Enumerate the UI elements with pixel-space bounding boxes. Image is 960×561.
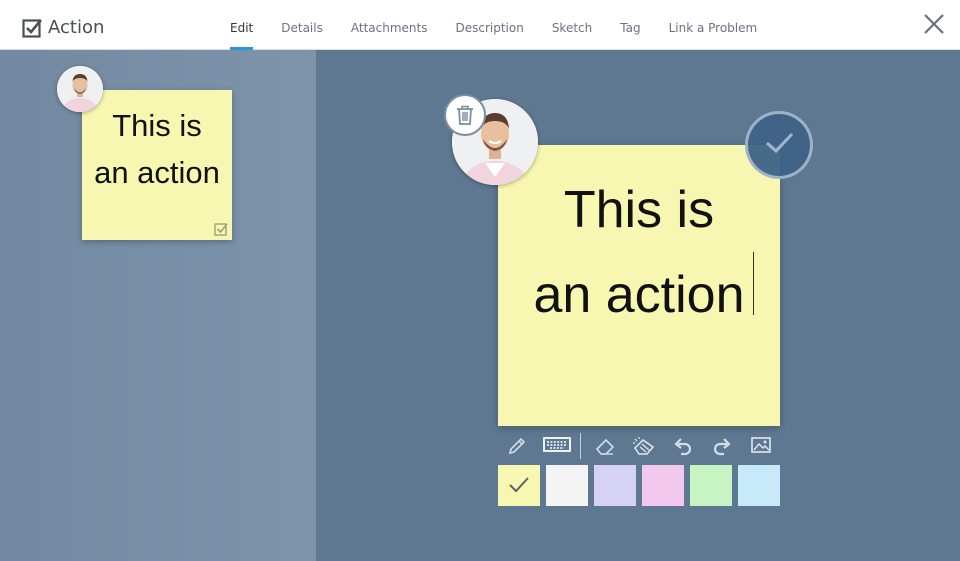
header-bar: Action Edit Details Attachments Descript… bbox=[0, 0, 960, 50]
toolbar-divider bbox=[580, 433, 581, 459]
tab-description[interactable]: Description bbox=[455, 0, 523, 50]
note-editor-line-2: an action bbox=[533, 266, 745, 324]
text-cursor bbox=[753, 252, 754, 315]
color-swatch-pink[interactable] bbox=[642, 465, 684, 506]
clear-icon bbox=[633, 437, 655, 455]
undo-icon bbox=[674, 438, 692, 456]
note-thumbnail-text: This is an action bbox=[82, 102, 232, 196]
avatar bbox=[57, 66, 103, 112]
tab-tag[interactable]: Tag bbox=[620, 0, 640, 50]
action-checkbox-icon bbox=[214, 223, 228, 236]
close-icon bbox=[924, 14, 944, 34]
checkbox-icon bbox=[22, 18, 42, 38]
redo-button[interactable] bbox=[707, 431, 737, 459]
undo-button[interactable] bbox=[668, 431, 698, 459]
pencil-icon bbox=[508, 437, 526, 455]
checkmark-icon bbox=[766, 132, 794, 154]
note-thumbnail-line-2: an action bbox=[94, 155, 220, 190]
color-swatch-white[interactable] bbox=[546, 465, 588, 506]
tab-sketch[interactable]: Sketch bbox=[552, 0, 592, 50]
note-thumbnail[interactable]: This is an action bbox=[82, 90, 232, 240]
redo-icon bbox=[713, 438, 731, 456]
note-editor-line-1: This is bbox=[563, 181, 715, 239]
note-thumbnail-line-1: This is bbox=[112, 108, 202, 143]
keyboard-tool[interactable] bbox=[542, 431, 572, 459]
tab-bar: Edit Details Attachments Description Ske… bbox=[230, 0, 785, 50]
color-swatch-yellow[interactable] bbox=[498, 465, 540, 506]
user-photo bbox=[57, 66, 103, 112]
done-button[interactable] bbox=[745, 111, 813, 179]
eraser-icon bbox=[595, 438, 615, 455]
close-button[interactable] bbox=[921, 11, 947, 37]
eraser-tool[interactable] bbox=[590, 431, 620, 459]
color-swatch-lavender[interactable] bbox=[594, 465, 636, 506]
checkmark-icon bbox=[509, 477, 529, 493]
image-icon bbox=[751, 437, 771, 453]
note-editor-text[interactable]: This is an action bbox=[498, 168, 780, 338]
keyboard-icon bbox=[543, 437, 571, 452]
image-tool[interactable] bbox=[746, 431, 776, 459]
note-editor[interactable]: This is an action bbox=[498, 145, 780, 426]
delete-button[interactable] bbox=[444, 94, 486, 136]
color-swatch-green[interactable] bbox=[690, 465, 732, 506]
page-title: Action bbox=[48, 17, 105, 38]
color-swatch-blue[interactable] bbox=[738, 465, 780, 506]
tab-attachments[interactable]: Attachments bbox=[351, 0, 428, 50]
note-toolbar bbox=[498, 431, 780, 459]
tab-details[interactable]: Details bbox=[281, 0, 323, 50]
pencil-tool[interactable] bbox=[502, 431, 532, 459]
tab-link-a-problem[interactable]: Link a Problem bbox=[669, 0, 758, 50]
app-title-group: Action bbox=[22, 16, 104, 40]
clear-tool[interactable] bbox=[629, 431, 659, 459]
tab-edit[interactable]: Edit bbox=[230, 0, 254, 50]
trash-icon bbox=[457, 105, 473, 125]
